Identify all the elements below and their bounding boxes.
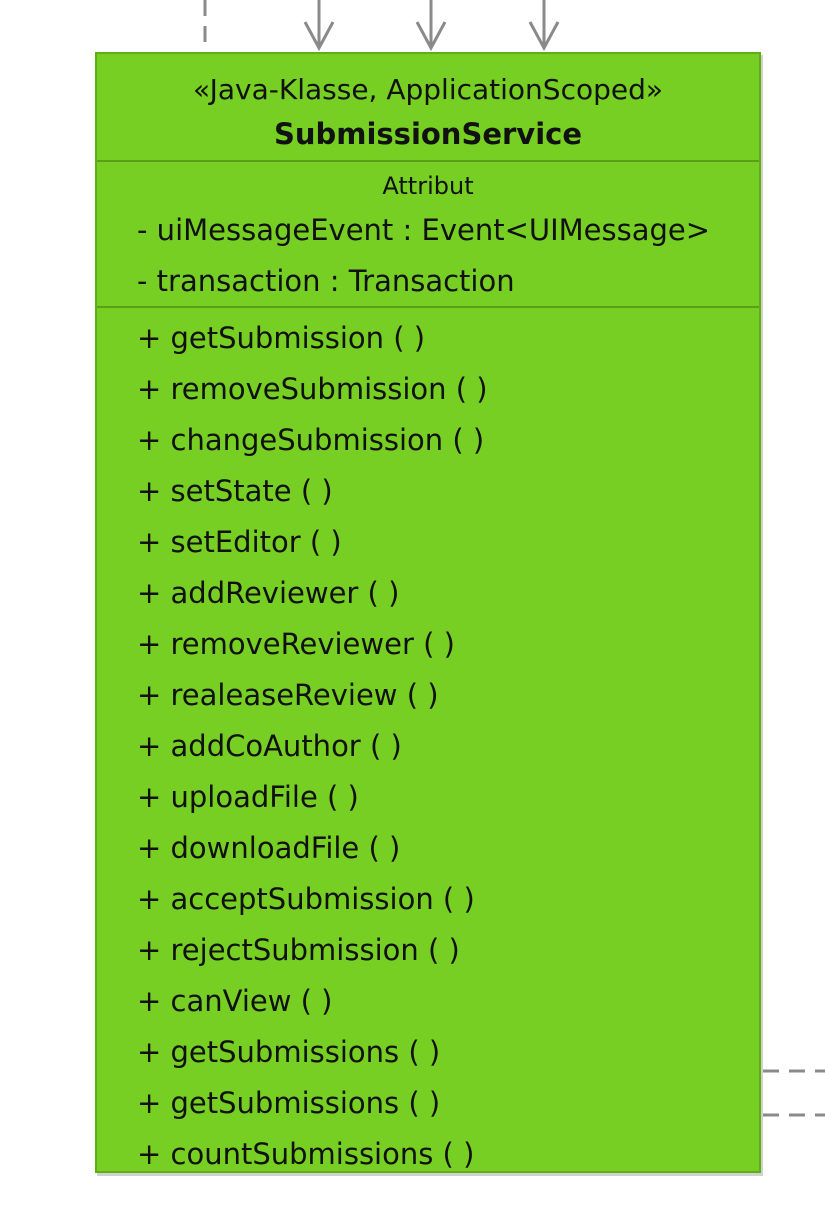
- attribute-section-label: Attribut: [382, 172, 474, 200]
- class-header: «Java-Klasse, ApplicationScoped» Submiss…: [97, 54, 759, 162]
- operation-item: + setEditor ( ): [137, 525, 342, 559]
- uml-class-box[interactable]: «Java-Klasse, ApplicationScoped» Submiss…: [95, 52, 761, 1173]
- operation-item: + canView ( ): [137, 984, 333, 1018]
- operation-item: + countSubmissions ( ): [137, 1137, 475, 1171]
- operation-item: + setState ( ): [137, 474, 333, 508]
- class-name: SubmissionService: [273, 117, 583, 151]
- operation-item: + getSubmissions ( ): [137, 1035, 441, 1069]
- operation-item: + uploadFile ( ): [137, 780, 359, 814]
- operation-item: + realeaseReview ( ): [137, 678, 439, 712]
- operation-item: + addReviewer ( ): [137, 576, 400, 610]
- attribute-item: - uiMessageEvent : Event<UIMessage>: [137, 213, 711, 247]
- operation-item: + rejectSubmission ( ): [137, 933, 460, 967]
- attribute-compartment: Attribut - uiMessageEvent : Event<UIMess…: [97, 162, 759, 308]
- operation-item: + getSubmissions ( ): [137, 1086, 441, 1120]
- operation-item: + acceptSubmission ( ): [137, 882, 475, 916]
- operation-item: + addCoAuthor ( ): [137, 729, 402, 763]
- operation-item: + removeSubmission ( ): [137, 372, 488, 406]
- operation-item: + changeSubmission ( ): [137, 423, 485, 457]
- operation-item: + getSubmission ( ): [137, 321, 426, 355]
- operation-item: + downloadFile ( ): [137, 831, 401, 865]
- operation-item: + removeReviewer ( ): [137, 627, 455, 661]
- class-stereotype: «Java-Klasse, ApplicationScoped»: [192, 73, 664, 106]
- attribute-item: - transaction : Transaction: [137, 264, 515, 298]
